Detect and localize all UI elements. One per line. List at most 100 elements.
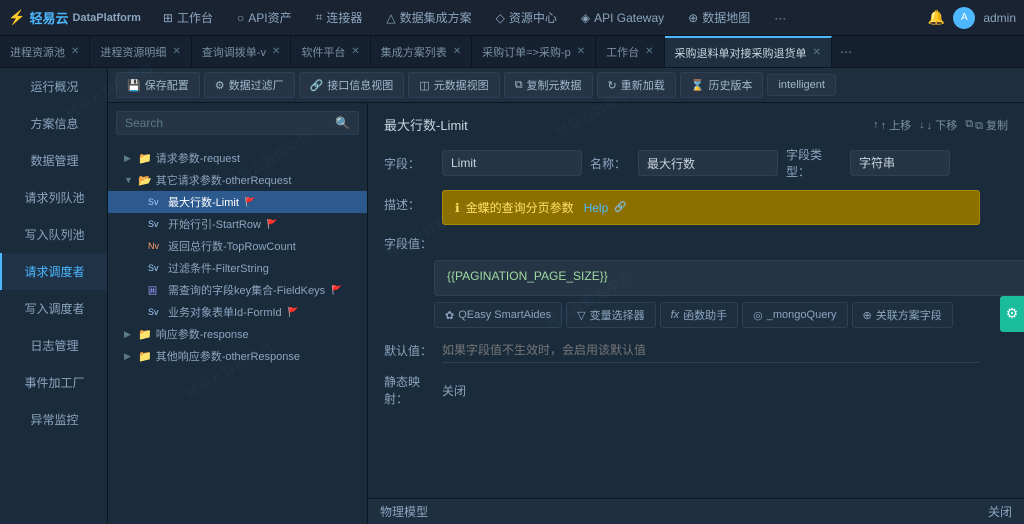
nav-workspace[interactable]: ⊞ 工作台 xyxy=(153,5,223,30)
tree-item-request-params[interactable]: ▶ 📁 请求参数-request xyxy=(108,147,367,169)
tree-item-fieldkeys[interactable]: 囲 需查询的字段key集合-FieldKeys 🚩 xyxy=(108,279,367,301)
tree-area: ▶ 📁 请求参数-request ▼ 📂 其它请求参数-otherRequest xyxy=(108,143,367,524)
mongo-icon: ◎ xyxy=(753,309,763,322)
tree-item-formid[interactable]: Sv 业务对象表单Id-FormId 🚩 xyxy=(108,301,367,323)
search-input-wrap[interactable]: 🔍 xyxy=(116,111,359,135)
tab-close[interactable]: ✕ xyxy=(272,46,280,57)
nav-resource-center[interactable]: ◇ 资源中心 xyxy=(486,5,567,30)
variable-selector-button[interactable]: ▽ 变量选择器 xyxy=(566,302,655,328)
metadata-view-button[interactable]: ◫ 元数据视图 xyxy=(408,72,499,98)
nav-more[interactable]: ··· xyxy=(764,7,796,29)
sidebar-item-request-queue[interactable]: 请求列队池 xyxy=(0,179,107,216)
value-text: {{PAGINATION_PAGE_SIZE}} xyxy=(447,269,608,283)
sidebar-item-overview[interactable]: 运行概况 xyxy=(0,68,107,105)
folder-icon: 📂 xyxy=(138,174,152,187)
move-up-button[interactable]: ↑ ↑ 上移 xyxy=(873,117,911,133)
field-name-type-row: 字段： 名称： 字段类型： 字符串 xyxy=(384,146,1008,180)
type-badge-arr: 囲 xyxy=(148,284,164,297)
tab-close[interactable]: ✕ xyxy=(453,46,461,57)
tree-item-other-response[interactable]: ▶ 📁 其他响应参数-otherResponse xyxy=(108,345,367,367)
save-config-button[interactable]: 💾 保存配置 xyxy=(116,72,200,98)
tree-item-toprowcount[interactable]: Nv 返回总行数-TopRowCount xyxy=(108,235,367,257)
reload-button[interactable]: ↻ 重新加载 xyxy=(597,72,676,98)
type-badge-str: Sv xyxy=(148,219,164,229)
data-filter-button[interactable]: ⚙ 数据过滤厂 xyxy=(204,72,295,98)
nav-api-assets[interactable]: ○ API资产 xyxy=(227,5,302,30)
tab-overflow-btn[interactable]: ⋯ xyxy=(832,45,860,59)
default-value-input[interactable] xyxy=(442,338,980,363)
settings-gear-button[interactable]: ⚙ xyxy=(1000,296,1024,332)
static-label: 静态映射： xyxy=(384,373,434,407)
function-icon: fx xyxy=(671,309,680,321)
copy-field-button[interactable]: ⧉ ⧉ 复制 xyxy=(965,117,1008,133)
move-down-button[interactable]: ↓ ↓ 下移 xyxy=(919,117,957,133)
tab-close[interactable]: ✕ xyxy=(71,46,79,57)
sidebar-item-data-mgmt[interactable]: 数据管理 xyxy=(0,142,107,179)
tree-item-limit[interactable]: Sv 最大行数-Limit 🚩 xyxy=(108,191,367,213)
type-badge-str: Sv xyxy=(148,197,164,207)
link-icon: ⊕ xyxy=(863,309,872,322)
main-layout: 运行概况 方案信息 数据管理 请求列队池 写入队列池 请求调度者 写入调度者 日… xyxy=(0,68,1024,524)
desc-help-link[interactable]: Help xyxy=(584,201,609,215)
desc-text: 金蝶的查询分页参数 xyxy=(466,199,574,216)
function-helper-button[interactable]: fx 函数助手 xyxy=(660,302,739,328)
nav-data-map[interactable]: ⊕ 数据地图 xyxy=(678,5,760,30)
nav-connector[interactable]: ⌗ 连接器 xyxy=(306,5,373,30)
value-tools: ✿ QEasy SmartAides ▽ 变量选择器 fx 函数助手 xyxy=(434,302,1024,328)
interface-info-button[interactable]: 🔗 接口信息视图 xyxy=(299,72,405,98)
nav-api-gateway[interactable]: ◈ API Gateway xyxy=(571,7,674,29)
tree-item-filterstring[interactable]: Sv 过滤条件-FilterString xyxy=(108,257,367,279)
tree-arrow: ▶ xyxy=(124,329,134,340)
qeasy-smartaides-button[interactable]: ✿ QEasy SmartAides xyxy=(434,302,562,328)
name-input[interactable] xyxy=(638,150,778,176)
tab-query-transfer[interactable]: 查询调拨单-v ✕ xyxy=(192,36,292,68)
type-label: 字段类型： xyxy=(786,146,842,180)
search-input[interactable] xyxy=(125,116,335,130)
panel-actions: ↑ ↑ 上移 ↓ ↓ 下移 ⧉ ⧉ 复制 xyxy=(873,117,1008,133)
tree-item-other-request[interactable]: ▼ 📂 其它请求参数-otherRequest xyxy=(108,169,367,191)
tree-item-startrow[interactable]: Sv 开始行引-StartRow 🚩 xyxy=(108,213,367,235)
sidebar-item-write-queue[interactable]: 写入队列池 xyxy=(0,216,107,253)
folder-icon: 📁 xyxy=(138,152,152,165)
tab-process-pool[interactable]: 进程资源池 ✕ xyxy=(0,36,90,68)
tab-software-platform[interactable]: 软件平台 ✕ xyxy=(291,36,370,68)
desc-info-icon: ℹ xyxy=(455,201,460,215)
notification-bell[interactable]: 🔔 xyxy=(928,9,945,26)
tree-arrow: ▼ xyxy=(124,175,134,185)
intelligent-button[interactable]: intelligent xyxy=(767,74,835,96)
related-field-button[interactable]: ⊕ 关联方案字段 xyxy=(852,302,953,328)
history-button[interactable]: ⌛ 历史版本 xyxy=(680,72,764,98)
tab-purchase-order[interactable]: 采购订单=>采购-p ✕ xyxy=(472,36,596,68)
tab-close[interactable]: ✕ xyxy=(577,46,585,57)
field-input[interactable] xyxy=(442,150,582,176)
type-select[interactable]: 字符串 xyxy=(850,150,950,176)
required-flag: 🚩 xyxy=(331,285,342,296)
sidebar-item-exception-monitor[interactable]: 异常监控 xyxy=(0,401,107,438)
tab-close[interactable]: ✕ xyxy=(645,46,653,57)
nav-right: 🔔 A admin xyxy=(928,7,1016,29)
nav-data-integration[interactable]: △ 数据集成方案 xyxy=(376,5,481,30)
tab-process-detail[interactable]: 进程资源明细 ✕ xyxy=(90,36,191,68)
tab-close[interactable]: ✕ xyxy=(813,47,821,58)
copy-icon: ⧉ xyxy=(965,118,973,131)
tab-close[interactable]: ✕ xyxy=(172,46,180,57)
app-logo[interactable]: ⚡ 轻易云 DataPlatform xyxy=(8,8,141,27)
value-box[interactable]: {{PAGINATION_PAGE_SIZE}} xyxy=(434,260,1024,296)
bottom-close-button[interactable]: 关闭 xyxy=(988,503,1012,520)
tree-item-response[interactable]: ▶ 📁 响应参数-response xyxy=(108,323,367,345)
tab-purchase-return[interactable]: 采购退料单对接采购退货单 ✕ xyxy=(665,36,832,68)
sidebar-item-write-dispatcher[interactable]: 写入调度者 xyxy=(0,290,107,327)
tab-workspace[interactable]: 工作台 ✕ xyxy=(596,36,664,68)
tab-close[interactable]: ✕ xyxy=(351,46,359,57)
sidebar-item-request-dispatcher[interactable]: 请求调度者 xyxy=(0,253,107,290)
name-label: 名称： xyxy=(590,155,630,172)
avatar[interactable]: A xyxy=(953,7,975,29)
sidebar-item-event-factory[interactable]: 事件加工厂 xyxy=(0,364,107,401)
sidebar-item-log-mgmt[interactable]: 日志管理 xyxy=(0,327,107,364)
search-area: 🔍 xyxy=(108,103,367,143)
left-panel: 🔍 ▶ 📁 请求参数-request ▼ 📂 xyxy=(108,103,368,524)
copy-metadata-button[interactable]: ⧉ 复制元数据 xyxy=(504,72,593,98)
mongo-query-button[interactable]: ◎ _mongoQuery xyxy=(742,302,847,328)
sidebar-item-plan-info[interactable]: 方案信息 xyxy=(0,105,107,142)
tab-integration-list[interactable]: 集成方案列表 ✕ xyxy=(371,36,472,68)
